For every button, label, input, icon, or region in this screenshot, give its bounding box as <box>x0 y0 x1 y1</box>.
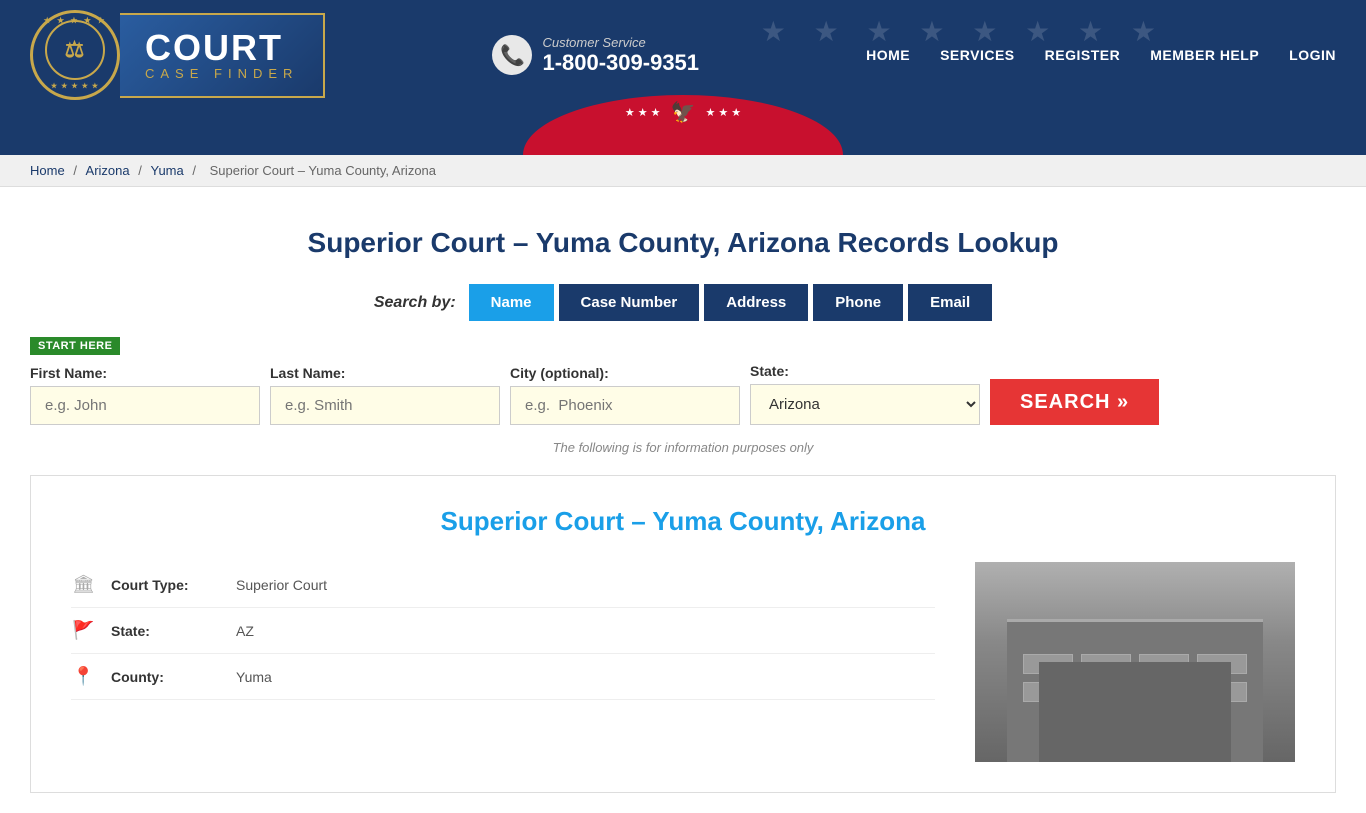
breadcrumb-home[interactable]: Home <box>30 163 65 178</box>
search-form: First Name: Last Name: City (optional): … <box>30 363 1336 425</box>
nav-login[interactable]: LOGIN <box>1289 47 1336 63</box>
phone-area: 📞 Customer Service 1-800-309-9351 <box>492 35 699 76</box>
tab-case-number[interactable]: Case Number <box>559 284 700 321</box>
nav-member-help[interactable]: MEMBER HELP <box>1150 47 1259 63</box>
customer-service-label: Customer Service <box>542 35 699 50</box>
phone-number: 1-800-309-9351 <box>542 50 699 76</box>
first-name-label: First Name: <box>30 365 260 381</box>
state-group: State: Alabama Alaska Arizona Arkansas C… <box>750 363 980 425</box>
breadcrumb: Home / Arizona / Yuma / Superior Court –… <box>0 155 1366 187</box>
building-illustration <box>975 562 1295 762</box>
state-value: AZ <box>236 623 254 639</box>
last-name-label: Last Name: <box>270 365 500 381</box>
logo-court-text: COURT <box>145 30 298 66</box>
nav-home[interactable]: HOME <box>866 47 910 63</box>
court-info-row-type: 🏛 Court Type: Superior Court <box>71 562 935 608</box>
city-label: City (optional): <box>510 365 740 381</box>
search-by-label: Search by: <box>374 294 456 312</box>
court-card-title: Superior Court – Yuma County, Arizona <box>71 506 1295 537</box>
court-info-row-county: 📍 County: Yuma <box>71 654 935 700</box>
logo-area: ★ ★ ★ ★ ★ ⚖ ★ ★ ★ ★ ★ COURT CASE FINDER <box>30 10 325 100</box>
tab-phone[interactable]: Phone <box>813 284 903 321</box>
breadcrumb-arizona[interactable]: Arizona <box>86 163 130 178</box>
state-label-info: State: <box>111 623 221 639</box>
court-info-list: 🏛 Court Type: Superior Court 🚩 State: AZ… <box>71 562 935 762</box>
building-icon: 🏛 <box>71 574 96 595</box>
county-label: County: <box>111 669 221 685</box>
location-icon: 📍 <box>71 666 96 687</box>
breadcrumb-sep-2: / <box>138 163 145 178</box>
city-group: City (optional): <box>510 365 740 425</box>
main-content: Superior Court – Yuma County, Arizona Re… <box>0 187 1366 813</box>
tab-name[interactable]: Name <box>469 284 554 321</box>
search-by-row: Search by: Name Case Number Address Phon… <box>30 284 1336 321</box>
court-info-row-state: 🚩 State: AZ <box>71 608 935 654</box>
breadcrumb-current: Superior Court – Yuma County, Arizona <box>210 163 436 178</box>
court-building-image <box>975 562 1295 762</box>
last-name-group: Last Name: <box>270 365 500 425</box>
county-value: Yuma <box>236 669 272 685</box>
nav-services[interactable]: SERVICES <box>940 47 1015 63</box>
first-name-input[interactable] <box>30 386 260 425</box>
phone-icon: 📞 <box>492 35 532 75</box>
last-name-input[interactable] <box>270 386 500 425</box>
main-nav: HOME SERVICES REGISTER MEMBER HELP LOGIN <box>866 47 1336 63</box>
city-input[interactable] <box>510 386 740 425</box>
info-note: The following is for information purpose… <box>30 440 1336 455</box>
logo-badge: ★ ★ ★ ★ ★ ⚖ ★ ★ ★ ★ ★ <box>30 10 120 100</box>
state-label: State: <box>750 363 980 379</box>
flag-icon: 🚩 <box>71 620 96 641</box>
site-header: ★ ★ ★ ★ ★ ⚖ ★ ★ ★ ★ ★ COURT CASE FINDER … <box>0 0 1366 155</box>
logo-text: COURT CASE FINDER <box>120 13 325 98</box>
start-here-badge: START HERE <box>30 337 120 355</box>
logo-case-finder-text: CASE FINDER <box>145 66 298 81</box>
court-card-body: 🏛 Court Type: Superior Court 🚩 State: AZ… <box>71 562 1295 762</box>
tab-email[interactable]: Email <box>908 284 992 321</box>
red-arch-container: ★ ★ ★ 🦅 ★ ★ ★ <box>0 110 1366 155</box>
building-windows <box>1023 654 1247 702</box>
state-select[interactable]: Alabama Alaska Arizona Arkansas Californ… <box>750 384 980 425</box>
breadcrumb-sep-3: / <box>192 163 199 178</box>
nav-register[interactable]: REGISTER <box>1045 47 1121 63</box>
breadcrumb-sep-1: / <box>73 163 80 178</box>
court-card: Superior Court – Yuma County, Arizona 🏛 … <box>30 475 1336 793</box>
first-name-group: First Name: <box>30 365 260 425</box>
court-emblem-icon: ⚖ <box>65 37 86 63</box>
court-type-label: Court Type: <box>111 577 221 593</box>
court-type-value: Superior Court <box>236 577 327 593</box>
page-title: Superior Court – Yuma County, Arizona Re… <box>30 227 1336 259</box>
tab-address[interactable]: Address <box>704 284 808 321</box>
breadcrumb-yuma[interactable]: Yuma <box>150 163 183 178</box>
search-button[interactable]: SEARCH » <box>990 379 1159 425</box>
